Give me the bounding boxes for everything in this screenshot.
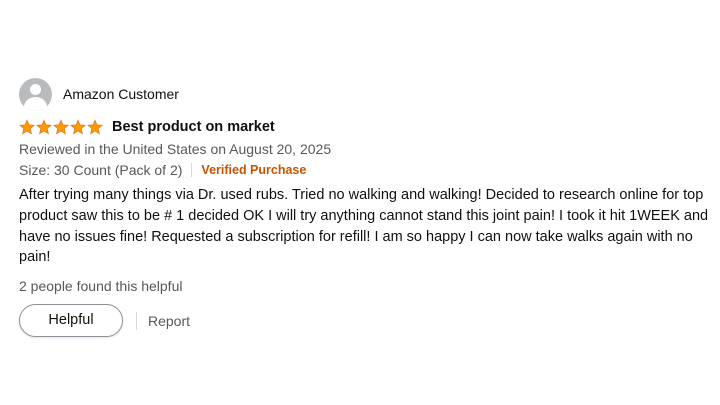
helpful-button[interactable]: Helpful (19, 304, 123, 338)
star-icon (87, 119, 103, 135)
review-actions: Helpful Report (19, 304, 709, 338)
verified-purchase-badge: Verified Purchase (201, 163, 307, 177)
star-icon (19, 119, 35, 135)
rating-and-title: Best product on market (19, 116, 709, 138)
review-body: After trying many things via Dr. used ru… (19, 187, 709, 266)
star-icon (36, 119, 52, 135)
report-link[interactable]: Report (148, 313, 190, 329)
reviewer-name[interactable]: Amazon Customer (63, 86, 179, 102)
reviewer-profile[interactable]: Amazon Customer (19, 77, 709, 111)
meta-divider (191, 163, 193, 177)
user-avatar-icon (19, 77, 52, 111)
star-rating[interactable] (19, 119, 103, 135)
helpful-count: 2 people found this helpful (19, 278, 183, 295)
review-date: Reviewed in the United States on August … (19, 141, 332, 157)
product-variant: Size: 30 Count (Pack of 2) (19, 162, 183, 178)
star-icon (70, 119, 86, 135)
review-title: Best product on market (112, 119, 275, 135)
customer-review: Amazon Customer Best product on market R… (19, 77, 709, 338)
review-meta: Size: 30 Count (Pack of 2) Verified Purc… (19, 159, 709, 181)
action-divider (136, 311, 137, 330)
star-icon (53, 119, 69, 135)
